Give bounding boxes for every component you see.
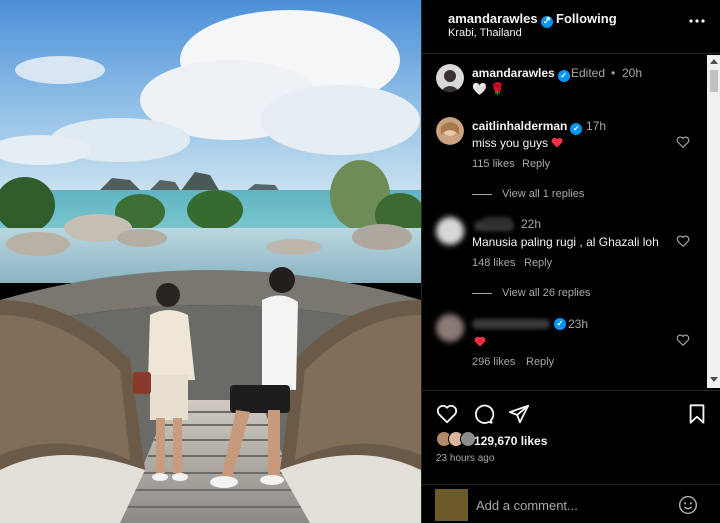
avatar[interactable]: [436, 64, 464, 92]
comment-text: Manusia paling rugi , al Ghazali loh: [472, 235, 659, 249]
verified-badge-icon: ✓: [554, 318, 566, 330]
comment-likes[interactable]: 115 likes: [472, 158, 515, 170]
post-actions: 129,670 likes 23 hours ago: [422, 390, 720, 470]
share-paper-plane-icon[interactable]: [508, 403, 530, 425]
reply-button[interactable]: Reply: [526, 356, 554, 368]
scrollbar-thumb[interactable]: [710, 70, 718, 92]
view-replies-button[interactable]: View all 26 replies: [472, 287, 590, 299]
current-user-avatar: [435, 489, 468, 521]
like-comment-heart-icon[interactable]: [676, 333, 690, 347]
verified-badge-icon: ✓: [557, 70, 570, 82]
caption-time[interactable]: 20h: [622, 66, 642, 80]
more-options-icon[interactable]: [688, 12, 706, 30]
comments-list[interactable]: amandarawles ✓ Edited • 20h 🤍 🌹 caitlinha…: [422, 55, 720, 388]
verified-badge-icon: ✓: [570, 123, 583, 135]
comment-likes[interactable]: 148 likes: [472, 257, 515, 269]
comment-text: miss you guys: [472, 136, 563, 150]
reply-button[interactable]: Reply: [524, 257, 552, 269]
caption-separator: •: [611, 66, 616, 80]
avatar[interactable]: [436, 217, 464, 245]
post-detail-panel: amandarawles ✓ • Following Krabi, Thailan…: [421, 0, 720, 523]
comment-time[interactable]: 22h: [521, 217, 541, 231]
separator-dot: •: [546, 11, 551, 26]
comment-time[interactable]: 23h: [568, 317, 588, 331]
scroll-down-arrow-icon[interactable]: [710, 377, 718, 382]
comment-username[interactable]: caitlinhalderman ✓: [472, 119, 583, 135]
like-comment-heart-icon[interactable]: [676, 135, 690, 149]
post-image: [0, 0, 421, 523]
caption-edited-label: Edited: [571, 66, 606, 80]
emoji-smiley-icon[interactable]: [678, 495, 698, 515]
following-button[interactable]: Following: [556, 11, 617, 26]
red-heart-icon: [551, 137, 563, 148]
avatar[interactable]: [436, 314, 464, 342]
view-replies-button[interactable]: [472, 382, 502, 388]
view-replies-button[interactable]: View all 1 replies: [472, 188, 584, 200]
comments-scrollbar[interactable]: [707, 55, 720, 388]
post-location[interactable]: Krabi, Thailand: [448, 27, 522, 39]
save-bookmark-icon[interactable]: [686, 403, 708, 425]
like-comment-heart-icon[interactable]: [676, 234, 690, 248]
reply-button[interactable]: Reply: [522, 158, 550, 170]
caption-username[interactable]: amandarawles ✓: [472, 66, 570, 82]
post-header: amandarawles ✓ • Following Krabi, Thailan…: [422, 0, 720, 54]
add-comment-input[interactable]: [476, 496, 666, 514]
red-heart-icon: [474, 336, 486, 347]
caption-text: 🤍 🌹: [472, 82, 506, 96]
avatar[interactable]: [436, 117, 464, 145]
add-comment-bar: [422, 484, 720, 523]
post-photo[interactable]: [0, 0, 421, 523]
post-author-username[interactable]: amandarawles ✓: [448, 11, 553, 28]
post-timestamp[interactable]: 23 hours ago: [436, 453, 494, 464]
comment-time[interactable]: 17h: [586, 119, 606, 133]
comment-likes[interactable]: 296 likes: [472, 356, 515, 368]
likes-count[interactable]: 129,670 likes: [474, 434, 547, 448]
like-heart-icon[interactable]: [436, 403, 458, 425]
comment-username-blurred[interactable]: [472, 319, 550, 329]
comment-bubble-icon[interactable]: [472, 403, 494, 425]
comment-username-blurred[interactable]: [482, 217, 512, 227]
scroll-up-arrow-icon[interactable]: [710, 59, 718, 64]
